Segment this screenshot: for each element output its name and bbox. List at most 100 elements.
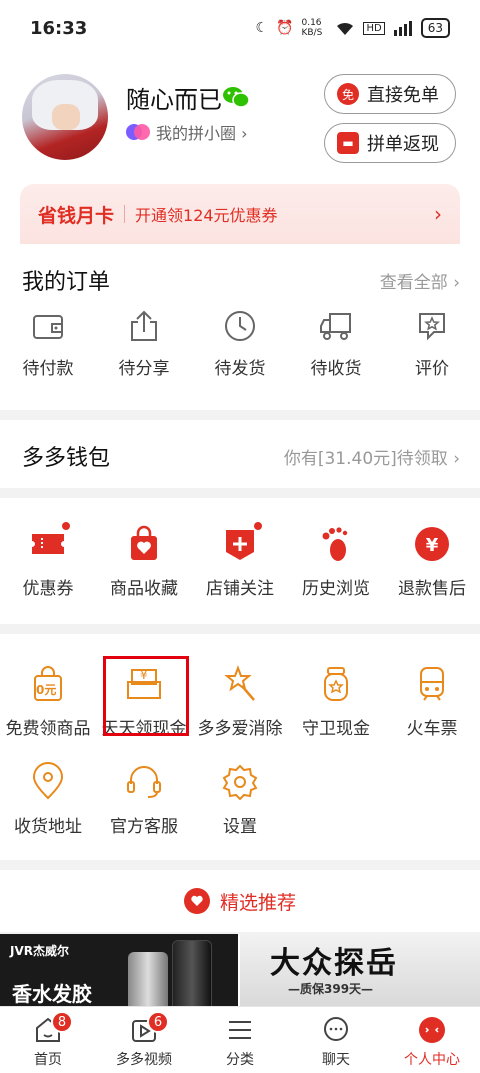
- savings-card[interactable]: 省钱月卡 开通领124元优惠券 ›: [20, 184, 460, 244]
- tab-label: 多多视频: [116, 1052, 172, 1068]
- view-all-orders-link[interactable]: 查看全部 ›: [380, 268, 460, 293]
- tab-label: 个人中心: [404, 1052, 460, 1068]
- favorites-entry[interactable]: 商品收藏: [96, 524, 192, 599]
- banner-text: 香水发胶: [12, 982, 92, 1006]
- review-icon: [419, 313, 445, 341]
- location-icon: [28, 762, 68, 802]
- spray-can-image: [172, 940, 212, 1006]
- tab-chat[interactable]: 聊天: [288, 1007, 384, 1073]
- tool-label: 多多爱消除: [197, 719, 283, 739]
- tab-badge: 8: [51, 1011, 73, 1033]
- recommend-header: 精选推荐: [0, 870, 480, 932]
- customer-service-entry[interactable]: 官方客服: [96, 762, 192, 837]
- alarm-icon: ⏰: [276, 20, 294, 36]
- video-icon: 6: [129, 1011, 169, 1045]
- tool-label: 退款售后: [398, 579, 466, 599]
- wallet-title: 多多钱包: [22, 446, 111, 471]
- order-pending-share[interactable]: 待分享: [96, 308, 192, 379]
- spray-can-image: [128, 952, 168, 1006]
- cashback-label: 拼单返现: [367, 134, 439, 155]
- train-icon: [412, 664, 452, 704]
- tab-category[interactable]: 分类: [192, 1007, 288, 1073]
- banner-subtitle: —质保399天—: [288, 982, 374, 996]
- circle-link-label: 我的拼小圈 ›: [156, 124, 248, 143]
- status-time: 16:33: [30, 17, 88, 39]
- savings-card-desc: 开通领124元优惠券: [135, 206, 278, 225]
- highlight-box: [103, 656, 189, 736]
- wifi-icon: [337, 22, 354, 35]
- hd-icon: HD: [363, 21, 385, 35]
- free-goods-icon-text: 0元: [36, 683, 57, 697]
- free-goods-entry[interactable]: 0元 免费领商品: [0, 664, 96, 739]
- wallet-pending-link[interactable]: 你有[31.40元]待领取 ›: [284, 444, 460, 469]
- circle-icon: [126, 124, 150, 140]
- store-follow-entry[interactable]: 店铺关注: [192, 520, 288, 599]
- pinxiaoquan-link[interactable]: 我的拼小圈 ›: [126, 120, 248, 144]
- tool-label: 店铺关注: [206, 579, 274, 599]
- order-review[interactable]: 评价: [384, 308, 480, 379]
- tab-profile[interactable]: 个人中心: [384, 1007, 480, 1073]
- svg-text:¥: ¥: [426, 535, 439, 556]
- banner-hair-spray[interactable]: JVR杰威尔 香水发胶: [0, 934, 238, 1006]
- bottom-tab-bar: 8 首页 6 多多视频 分类 聊天 个人中心: [0, 1006, 480, 1073]
- tab-home[interactable]: 8 首页: [0, 1007, 96, 1073]
- home-icon: 8: [33, 1011, 73, 1045]
- cashback-button[interactable]: ▬ 拼单返现: [324, 123, 456, 163]
- tool-label: 优惠券: [22, 579, 74, 599]
- net-speed: 0.16 KB/S: [301, 18, 323, 38]
- order-pending-ship[interactable]: 待发货: [192, 308, 288, 379]
- match-game-entry[interactable]: 多多爱消除: [192, 664, 288, 739]
- order-label: 待分享: [118, 359, 170, 379]
- guard-cash-entry[interactable]: 守卫现金: [288, 664, 384, 739]
- bag-heart-icon: [124, 524, 164, 564]
- battery-icon: 63: [420, 18, 450, 38]
- free-badge-icon: 免: [337, 83, 359, 105]
- tool-label: 商品收藏: [110, 579, 178, 599]
- tool-label: 收货地址: [14, 817, 82, 837]
- chevron-right-icon: ›: [434, 202, 442, 226]
- recommend-label: 精选推荐: [219, 891, 296, 914]
- coupon-entry[interactable]: 优惠券: [0, 520, 96, 599]
- tab-label: 首页: [34, 1052, 62, 1068]
- divider: [124, 205, 126, 223]
- share-icon: [131, 310, 157, 341]
- heart-icon: [183, 888, 210, 914]
- status-bar: 16:33 ☾ ⏰ 0.16 KB/S HD 63: [0, 0, 480, 56]
- coupon-icon: [28, 520, 72, 564]
- chat-icon: [321, 1015, 351, 1045]
- banner-brand: JVR杰威尔: [10, 944, 69, 958]
- free-goods-icon: 0元: [28, 664, 68, 704]
- wechat-icon: [223, 87, 250, 108]
- savings-card-title: 省钱月卡: [38, 204, 115, 227]
- tab-video[interactable]: 6 多多视频: [96, 1007, 192, 1073]
- train-ticket-entry[interactable]: 火车票: [384, 664, 480, 739]
- refund-entry[interactable]: ¥ 退款售后: [384, 524, 480, 599]
- order-label: 待付款: [22, 359, 74, 379]
- red-envelope-icon: ▬: [337, 132, 359, 154]
- orders-title: 我的订单: [22, 270, 111, 295]
- username[interactable]: 随心而已: [126, 80, 222, 115]
- history-entry[interactable]: 历史浏览: [288, 524, 384, 599]
- tools-secondary-section: 0元 免费领商品 ¥ 天天领现金 多多爱消除 守卫现金 火车票 收货地址 官方客…: [0, 634, 480, 860]
- settings-entry[interactable]: 设置: [192, 762, 288, 837]
- banner-title: 大众探岳: [270, 946, 398, 981]
- address-entry[interactable]: 收货地址: [0, 762, 96, 837]
- order-pending-receive[interactable]: 待收货: [288, 308, 384, 379]
- truck-icon: [320, 313, 351, 340]
- order-label: 待发货: [214, 359, 266, 379]
- product-banners: JVR杰威尔 香水发胶 大众探岳 —质保399天—: [0, 934, 480, 1006]
- refund-icon: ¥: [412, 524, 452, 564]
- free-order-button[interactable]: 免 直接免单: [324, 74, 456, 114]
- avatar[interactable]: [22, 74, 108, 160]
- tool-label: 火车票: [406, 719, 458, 739]
- tool-label: 设置: [223, 817, 257, 837]
- settings-icon: [220, 762, 260, 802]
- wallet-icon: [33, 315, 63, 339]
- banner-car[interactable]: 大众探岳 —质保399天—: [240, 934, 480, 1006]
- signal-icon: [393, 21, 412, 36]
- wallet-section[interactable]: 多多钱包 你有[31.40元]待领取 ›: [0, 420, 480, 488]
- tools-primary-section: 优惠券 商品收藏 店铺关注 历史浏览 ¥ 退款售后: [0, 498, 480, 624]
- order-pending-payment[interactable]: 待付款: [0, 308, 96, 379]
- profile-icon: [417, 1015, 447, 1045]
- tool-label: 守卫现金: [302, 719, 370, 739]
